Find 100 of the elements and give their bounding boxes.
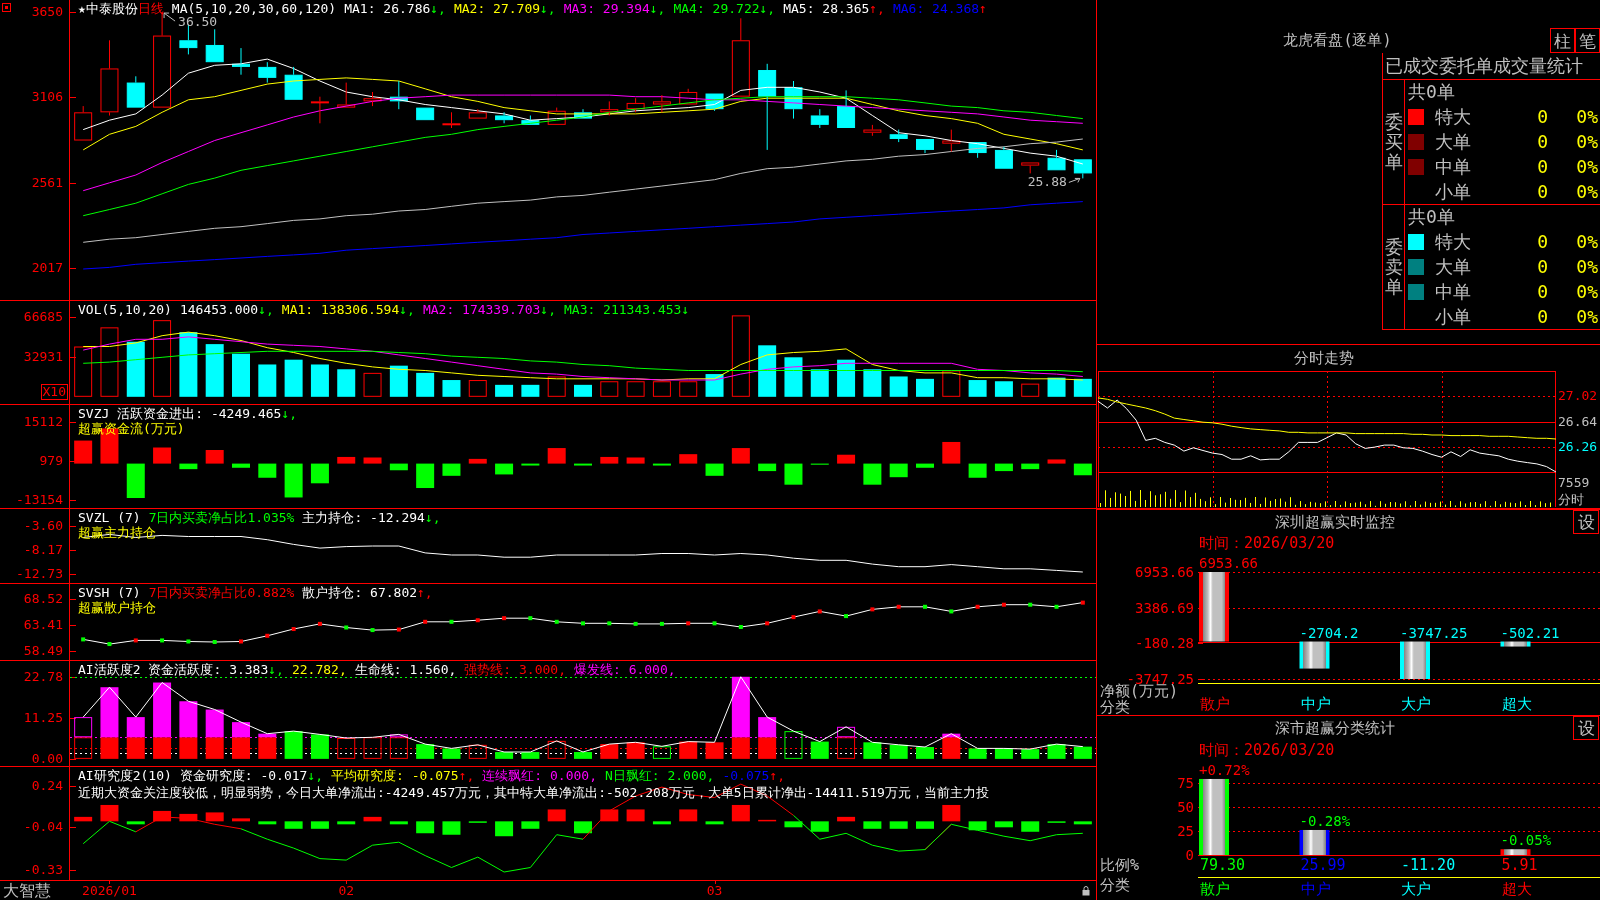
order-total: 共0单	[1408, 80, 1455, 104]
legend-value: 强势线: 3.000,	[464, 662, 566, 677]
period-label: 日线	[137, 1, 164, 16]
legend-value: 146453.000	[179, 302, 259, 317]
axis-tick-label: 979	[39, 452, 63, 469]
order-count: 0	[1537, 156, 1548, 177]
timestamp: 时间：2026/03/20	[1199, 741, 1335, 759]
axis-tick-label: -0.04	[23, 819, 63, 836]
group-label: 委卖单	[1384, 237, 1403, 297]
legend-value: 连续飘红: 0.000,	[482, 768, 597, 783]
axis-tick-label: 3106	[31, 89, 63, 106]
change-label: -0.28%	[1299, 812, 1351, 829]
bar-value-label: -11.20	[1401, 856, 1456, 874]
multiplier-label: X10	[40, 384, 68, 400]
axis-tick-label: 3386.69	[1135, 599, 1194, 616]
axis-tick-label: -180.28	[1135, 635, 1194, 652]
axis-tick-label: 2017	[31, 259, 63, 276]
order-count: 0	[1537, 306, 1548, 327]
order-share: 0%	[1576, 131, 1598, 152]
date-label: 03	[706, 883, 723, 899]
indicator-title: MA(5,10,20,30,60,120)	[171, 1, 337, 16]
axis-tick-label: 27.02	[1558, 387, 1598, 404]
axis-tick-label: 32931	[23, 349, 63, 366]
panel-title: 分时走势	[1293, 348, 1354, 368]
axis-tick-label: 2561	[31, 174, 63, 191]
legend-value: MA2: 27.709	[453, 1, 541, 16]
axis-tick-label: 75	[1177, 774, 1194, 791]
indicator-title: VOL(5,10,20)	[78, 302, 172, 317]
order-count: 0	[1537, 281, 1548, 302]
order-type: 特大	[1435, 229, 1472, 254]
order-share: 0%	[1576, 156, 1598, 177]
trend-arrow: ↑,	[869, 1, 885, 16]
legend-value: MA1: 26.786	[344, 1, 431, 16]
brand-name: 大智慧	[3, 881, 51, 900]
legend-value: MA3: 29.394	[563, 1, 650, 16]
trend-arrow: ↓,	[759, 1, 776, 16]
legend-value: 平均研究度: -0.075	[331, 768, 459, 783]
trend-arrow: ↓,	[430, 1, 446, 16]
indicator-title: AI研究度2(10)	[78, 768, 172, 783]
trend-arrow: ↑,	[769, 768, 786, 783]
trend-arrow: ↓,	[307, 768, 324, 783]
category-label: 中户	[1300, 695, 1331, 713]
order-type: 中单	[1435, 154, 1472, 179]
axis-tick-label: 25	[1177, 822, 1194, 839]
indicator-title: SVZL (7)	[78, 510, 141, 525]
bar-value-label: 25.99	[1300, 856, 1346, 874]
category-label: 散户	[1200, 880, 1230, 898]
axis-tick-label: 0.00	[31, 750, 63, 767]
change-label: +0.72%	[1199, 761, 1250, 778]
axis-tick-label: 22.78	[23, 668, 63, 685]
indicator-title: SVSH (7)	[78, 585, 141, 600]
price-label: 25.88	[1027, 174, 1067, 190]
bar-value-label: -3747.25	[1400, 624, 1468, 641]
axis-tick-label: 3650	[31, 4, 63, 21]
stock-name: 中泰股份	[85, 1, 138, 16]
order-type: 小单	[1435, 304, 1472, 329]
volume-caption: 分时	[1558, 492, 1584, 508]
indicator-caption: 超赢散户持仓	[78, 600, 156, 615]
axis-tick-label: 0.24	[31, 777, 63, 794]
order-share: 0%	[1576, 306, 1598, 327]
order-share: 0%	[1576, 231, 1598, 252]
category-label: 散户	[1200, 695, 1230, 713]
order-share: 0%	[1576, 106, 1598, 127]
category-label: 超大	[1501, 695, 1532, 713]
order-type: 小单	[1435, 179, 1472, 204]
bar-value-label: -2704.2	[1299, 624, 1359, 641]
legend-value: MA2: 174339.703	[422, 302, 541, 317]
axis-tick-label: -13154	[16, 492, 63, 509]
legend-value: 资金研究度: -0.017	[179, 768, 308, 783]
category-label: 超大	[1501, 880, 1532, 898]
star-icon: ★	[78, 1, 86, 16]
axis-tick-label: 50	[1177, 798, 1194, 815]
legend-value: 资金活跃度: 3.383	[148, 662, 269, 677]
bar-value-label: 79.30	[1200, 856, 1246, 874]
legend-value: N日飘红: 2.000,	[605, 768, 715, 783]
panel-title: 深圳超赢实时监控	[1274, 511, 1396, 533]
trend-arrow: ↑,	[458, 768, 475, 783]
trend-arrow: ↓	[681, 302, 690, 317]
axis-tick-label: 26.26	[1558, 439, 1598, 456]
trend-arrow: ↓,	[399, 302, 415, 317]
legend-value: MA4: 29.722	[673, 1, 760, 16]
indicator-title: SVZJ	[78, 406, 110, 421]
order-share: 0%	[1576, 281, 1598, 302]
order-count: 0	[1537, 181, 1548, 202]
axis-tick-label: -12.73	[16, 566, 63, 583]
order-count: 0	[1537, 256, 1548, 277]
axis-tick-label: 68.52	[23, 590, 63, 607]
trend-arrow: ↓,	[424, 510, 441, 525]
order-type: 大单	[1435, 129, 1472, 154]
order-type: 大单	[1435, 254, 1472, 279]
trend-arrow: ↑,	[417, 585, 433, 600]
category-label: 大户	[1401, 880, 1431, 898]
order-type: 特大	[1435, 104, 1472, 129]
axis-tick-label: -3.60	[23, 517, 63, 534]
axis-title: 比例%	[1100, 857, 1141, 873]
order-count: 0	[1537, 131, 1548, 152]
axis-tick-label: 11.25	[23, 710, 63, 727]
legend-value: MA1: 138306.594	[281, 302, 400, 317]
axis-tick-label: 15112	[23, 413, 63, 430]
order-total: 共0单	[1408, 205, 1455, 229]
